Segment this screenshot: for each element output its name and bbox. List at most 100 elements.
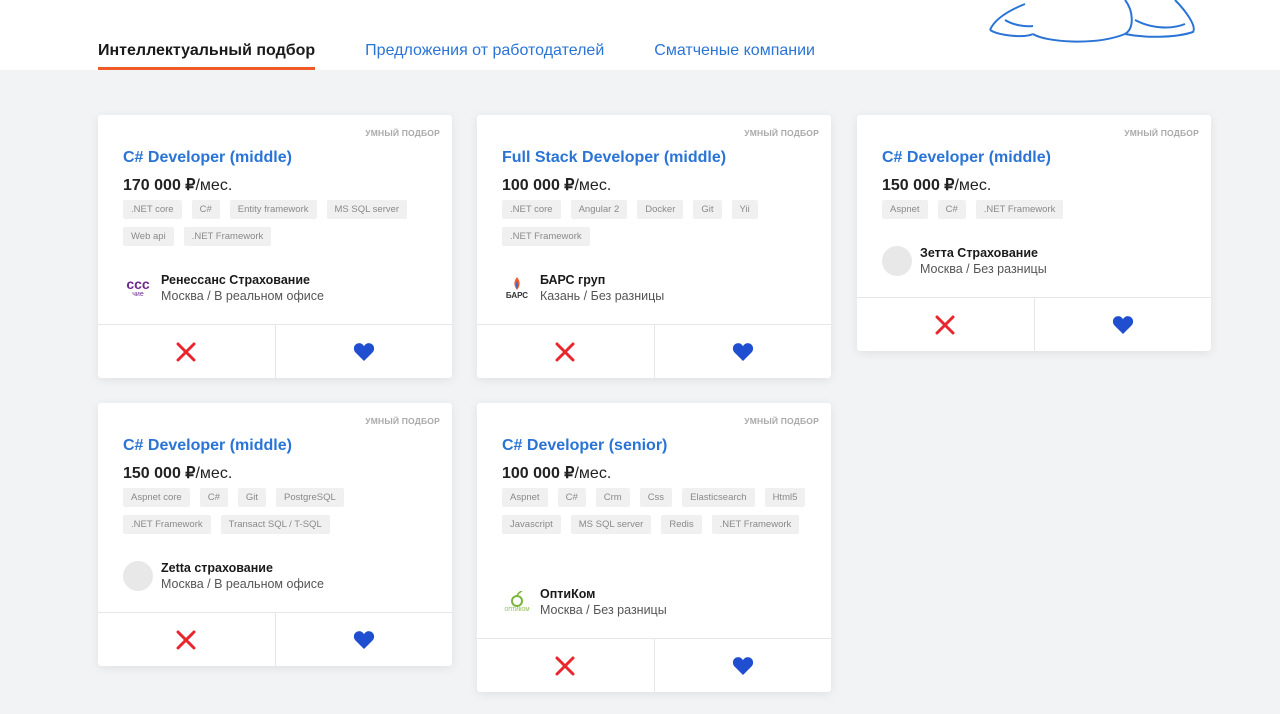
like-button[interactable] bbox=[274, 613, 453, 666]
close-icon bbox=[176, 342, 196, 361]
company-info: ОПТИКОМ ОптиКом Москва / Без разницы bbox=[502, 587, 667, 617]
close-icon bbox=[935, 315, 955, 334]
salary-amount: 100 000 ₽ bbox=[502, 177, 575, 194]
skill-tag: Yii bbox=[731, 200, 758, 219]
vacancy-salary: 100 000 ₽/мес. bbox=[502, 463, 611, 483]
company-avatar-placeholder bbox=[123, 561, 153, 591]
reject-button[interactable] bbox=[98, 613, 275, 666]
skill-tags: Aspnet C# Crm Css Elasticsearch Html5 Ja… bbox=[502, 488, 822, 542]
company-location: Москва / В реальном офисе bbox=[161, 289, 324, 303]
skill-tag: .NET Framework bbox=[123, 515, 211, 534]
skill-tag: Aspnet core bbox=[123, 488, 190, 507]
skill-tag: Entity framework bbox=[229, 200, 317, 219]
skill-tag: .NET Framework bbox=[711, 515, 800, 534]
reject-button[interactable] bbox=[477, 325, 654, 378]
heart-icon bbox=[353, 342, 374, 361]
skill-tag: .NET Framework bbox=[502, 227, 590, 246]
heart-icon bbox=[732, 656, 753, 675]
smart-match-badge: УМНЫЙ ПОДБОР bbox=[1124, 128, 1199, 138]
company-info: Зетта Страхование Москва / Без разницы bbox=[882, 246, 1047, 276]
skill-tag: Javascript bbox=[502, 515, 561, 534]
bars-flame-icon bbox=[514, 276, 520, 290]
logo-text: БАРС bbox=[505, 290, 529, 300]
company-avatar-placeholder bbox=[882, 246, 912, 276]
tab-employer-offers[interactable]: Предложения от работодателей bbox=[365, 42, 604, 70]
salary-amount: 170 000 ₽ bbox=[123, 177, 196, 194]
skill-tags: Aspnet C# .NET Framework bbox=[882, 200, 1202, 227]
skill-tag: PostgreSQL bbox=[276, 488, 344, 507]
tab-matched-companies[interactable]: Сматченые компании bbox=[654, 42, 815, 70]
card-actions bbox=[477, 324, 831, 378]
tab-smart-match[interactable]: Интеллектуальный подбор bbox=[98, 42, 316, 70]
skill-tag: Aspnet bbox=[502, 488, 548, 507]
vacancy-title[interactable]: Full Stack Developer (middle) bbox=[502, 149, 726, 167]
vacancy-title[interactable]: C# Developer (middle) bbox=[882, 149, 1051, 167]
company-info: БАРС БАРС груп Казань / Без разницы bbox=[502, 273, 664, 303]
heart-icon bbox=[1112, 315, 1133, 334]
vacancy-card: УМНЫЙ ПОДБОР C# Developer (middle) 150 0… bbox=[857, 115, 1211, 351]
reject-button[interactable] bbox=[857, 298, 1034, 351]
close-icon bbox=[555, 656, 575, 675]
company-location: Москва / В реальном офисе bbox=[161, 577, 324, 591]
company-name[interactable]: Zetta страхование bbox=[161, 561, 324, 575]
skill-tag: C# bbox=[937, 200, 966, 219]
salary-unit: /мес. bbox=[954, 177, 992, 194]
skill-tag: Docker bbox=[637, 200, 684, 219]
skill-tag: Web api bbox=[123, 227, 174, 246]
company-logo: ccc чие bbox=[123, 273, 153, 303]
skill-tags: .NET core Angular 2 Docker Git Yii .NET … bbox=[502, 200, 822, 254]
close-icon bbox=[555, 342, 575, 361]
company-name[interactable]: ОптиКом bbox=[540, 587, 667, 601]
like-button[interactable] bbox=[274, 325, 453, 378]
skill-tag: Crm bbox=[595, 488, 630, 507]
close-icon bbox=[176, 630, 196, 649]
salary-unit: /мес. bbox=[195, 177, 233, 194]
skill-tag: Transact SQL / T-SQL bbox=[220, 515, 330, 534]
reject-button[interactable] bbox=[477, 639, 654, 692]
like-button[interactable] bbox=[653, 639, 832, 692]
card-actions bbox=[98, 612, 452, 666]
company-name[interactable]: БАРС груп bbox=[540, 273, 664, 287]
vacancy-card: УМНЫЙ ПОДБОР C# Developer (middle) 170 0… bbox=[98, 115, 452, 378]
heart-icon bbox=[353, 630, 374, 649]
vacancy-salary: 100 000 ₽/мес. bbox=[502, 175, 611, 195]
salary-amount: 100 000 ₽ bbox=[502, 465, 575, 482]
skill-tag: C# bbox=[557, 488, 586, 507]
card-actions bbox=[98, 324, 452, 378]
skill-tag: Git bbox=[693, 200, 722, 219]
like-button[interactable] bbox=[1033, 298, 1212, 351]
salary-unit: /мес. bbox=[195, 465, 233, 482]
skill-tag: .NET core bbox=[502, 200, 561, 219]
skill-tag: Css bbox=[639, 488, 673, 507]
like-button[interactable] bbox=[653, 325, 832, 378]
smart-match-badge: УМНЫЙ ПОДБОР bbox=[365, 416, 440, 426]
company-location: Москва / Без разницы bbox=[920, 262, 1047, 276]
smart-match-badge: УМНЫЙ ПОДБОР bbox=[744, 416, 819, 426]
vacancy-title[interactable]: C# Developer (senior) bbox=[502, 437, 667, 455]
card-actions bbox=[857, 297, 1211, 351]
skill-tag: MS SQL server bbox=[326, 200, 408, 219]
company-location: Казань / Без разницы bbox=[540, 289, 665, 303]
vacancy-salary: 170 000 ₽/мес. bbox=[123, 175, 232, 195]
vacancy-card: УМНЫЙ ПОДБОР C# Developer (senior) 100 0… bbox=[477, 403, 831, 692]
optikom-leaf-icon bbox=[511, 591, 523, 607]
logo-text: ОПТИКОМ bbox=[504, 607, 530, 613]
skill-tag: Redis bbox=[661, 515, 702, 534]
skill-tag: .NET Framework bbox=[183, 227, 272, 246]
vacancy-title[interactable]: C# Developer (middle) bbox=[123, 149, 292, 167]
skill-tags: Aspnet core C# Git PostgreSQL .NET Frame… bbox=[123, 488, 443, 542]
tabs: Интеллектуальный подбор Предложения от р… bbox=[98, 42, 865, 70]
company-name[interactable]: Ренессанс Страхование bbox=[161, 273, 324, 287]
skill-tag: .NET Framework bbox=[975, 200, 1064, 219]
card-actions bbox=[477, 638, 831, 692]
skill-tag: Angular 2 bbox=[570, 200, 628, 219]
vacancy-title[interactable]: C# Developer (middle) bbox=[123, 437, 292, 455]
company-logo: ОПТИКОМ bbox=[502, 587, 532, 617]
company-name[interactable]: Зетта Страхование bbox=[920, 246, 1047, 260]
vacancy-card: УМНЫЙ ПОДБОР C# Developer (middle) 150 0… bbox=[98, 403, 452, 666]
skill-tags: .NET core C# Entity framework MS SQL ser… bbox=[123, 200, 443, 254]
company-info: Zetta страхование Москва / В реальном оф… bbox=[123, 561, 324, 591]
skill-tag: C# bbox=[191, 200, 220, 219]
reject-button[interactable] bbox=[98, 325, 275, 378]
smart-match-badge: УМНЫЙ ПОДБОР bbox=[365, 128, 440, 138]
